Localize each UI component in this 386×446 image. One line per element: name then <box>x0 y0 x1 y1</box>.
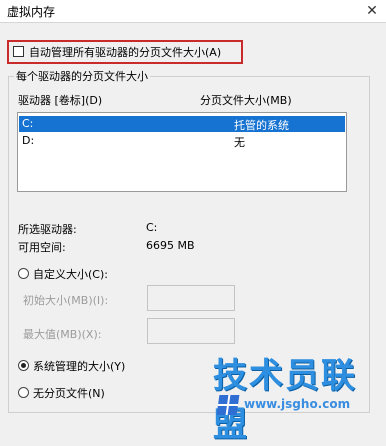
windows-logo-icon <box>216 395 240 415</box>
custom-size-label[interactable]: 自定义大小(C): <box>33 266 108 282</box>
system-managed-radio[interactable] <box>18 360 29 371</box>
initial-size-label: 初始大小(MB)(I): <box>23 294 109 307</box>
drive-paging-size: 托管的系统 <box>234 119 289 132</box>
auto-manage-label[interactable]: 自动管理所有驱动器的分页文件大小(A) <box>29 44 221 60</box>
drive-letter: D: <box>22 134 35 147</box>
drive-row-d[interactable]: D: 无 <box>19 133 345 149</box>
max-size-input[interactable] <box>147 318 235 344</box>
initial-size-input[interactable] <box>147 285 235 311</box>
max-size-label: 最大值(MB)(X): <box>23 328 102 341</box>
custom-size-radio[interactable] <box>18 268 29 279</box>
drive-list[interactable]: C: 托管的系统 D: 无 <box>17 112 347 192</box>
free-space-value: 6695 MB <box>146 239 195 252</box>
column-header-drive: 驱动器 [卷标](D) <box>18 94 103 107</box>
column-header-size: 分页文件大小(MB) <box>200 94 292 107</box>
free-space-label: 可用空间: <box>18 241 66 254</box>
drive-row-c[interactable]: C: 托管的系统 <box>19 116 345 132</box>
selected-drive-label: 所选驱动器: <box>18 223 77 236</box>
selected-drive-value: C: <box>146 221 158 234</box>
drive-letter: C: <box>22 117 34 130</box>
window-title: 虚拟内存 <box>7 5 56 19</box>
group-title: 每个驱动器的分页文件大小 <box>14 68 150 84</box>
no-paging-radio[interactable] <box>18 387 29 398</box>
system-managed-label[interactable]: 系统管理的大小(Y) <box>33 358 125 374</box>
title-bar <box>0 0 386 23</box>
watermark-url: www.jsgho.com <box>244 397 351 411</box>
drive-paging-size: 无 <box>234 136 245 149</box>
no-paging-label[interactable]: 无分页文件(N) <box>33 385 105 401</box>
close-icon[interactable]: ✕ <box>358 0 386 22</box>
auto-manage-checkbox[interactable] <box>13 46 24 57</box>
